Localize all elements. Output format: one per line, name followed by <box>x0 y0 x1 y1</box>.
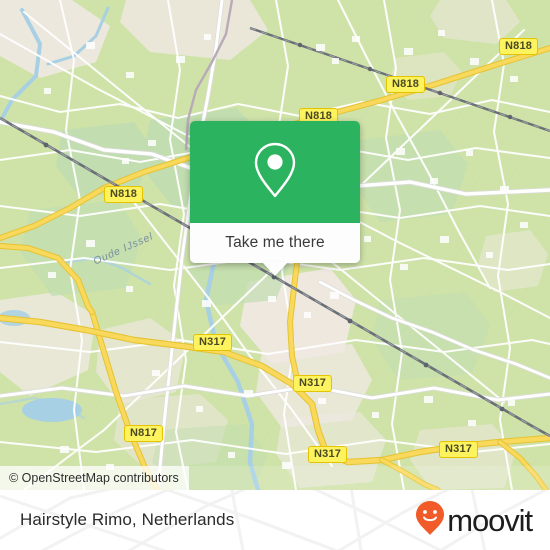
osm-attribution[interactable]: © OpenStreetMap contributors <box>0 466 189 490</box>
road-shield: N317 <box>308 446 348 463</box>
moovit-pin-smiley-icon <box>415 500 445 541</box>
osm-attribution-text: © OpenStreetMap contributors <box>9 471 179 485</box>
road-shield: N817 <box>124 425 164 442</box>
take-me-there-label: Take me there <box>225 234 325 251</box>
popup-header <box>190 121 360 223</box>
map-place-popup[interactable]: Take me there <box>190 121 360 276</box>
moovit-logo: moovit <box>415 500 533 541</box>
road-shield: N818 <box>499 38 539 55</box>
moovit-wordmark: moovit <box>447 502 533 538</box>
popup-tail <box>262 262 288 276</box>
road-shield: N317 <box>439 441 479 458</box>
map-canvas[interactable]: N818 N818 N818 N818 N317 N317 N317 N317 … <box>0 0 550 490</box>
bottom-info-bar: Hairstyle Rimo, Netherlands moovit <box>0 490 550 550</box>
road-shield: N818 <box>104 186 144 203</box>
map-pin-icon <box>252 140 298 205</box>
place-name: Hairstyle Rimo, Netherlands <box>20 510 235 529</box>
road-shield: N317 <box>193 334 233 351</box>
road-shield: N317 <box>293 375 333 392</box>
road-shield: N818 <box>386 76 426 93</box>
map-screenshot: N818 N818 N818 N818 N317 N317 N317 N317 … <box>0 0 550 550</box>
take-me-there-button[interactable]: Take me there <box>190 223 360 263</box>
